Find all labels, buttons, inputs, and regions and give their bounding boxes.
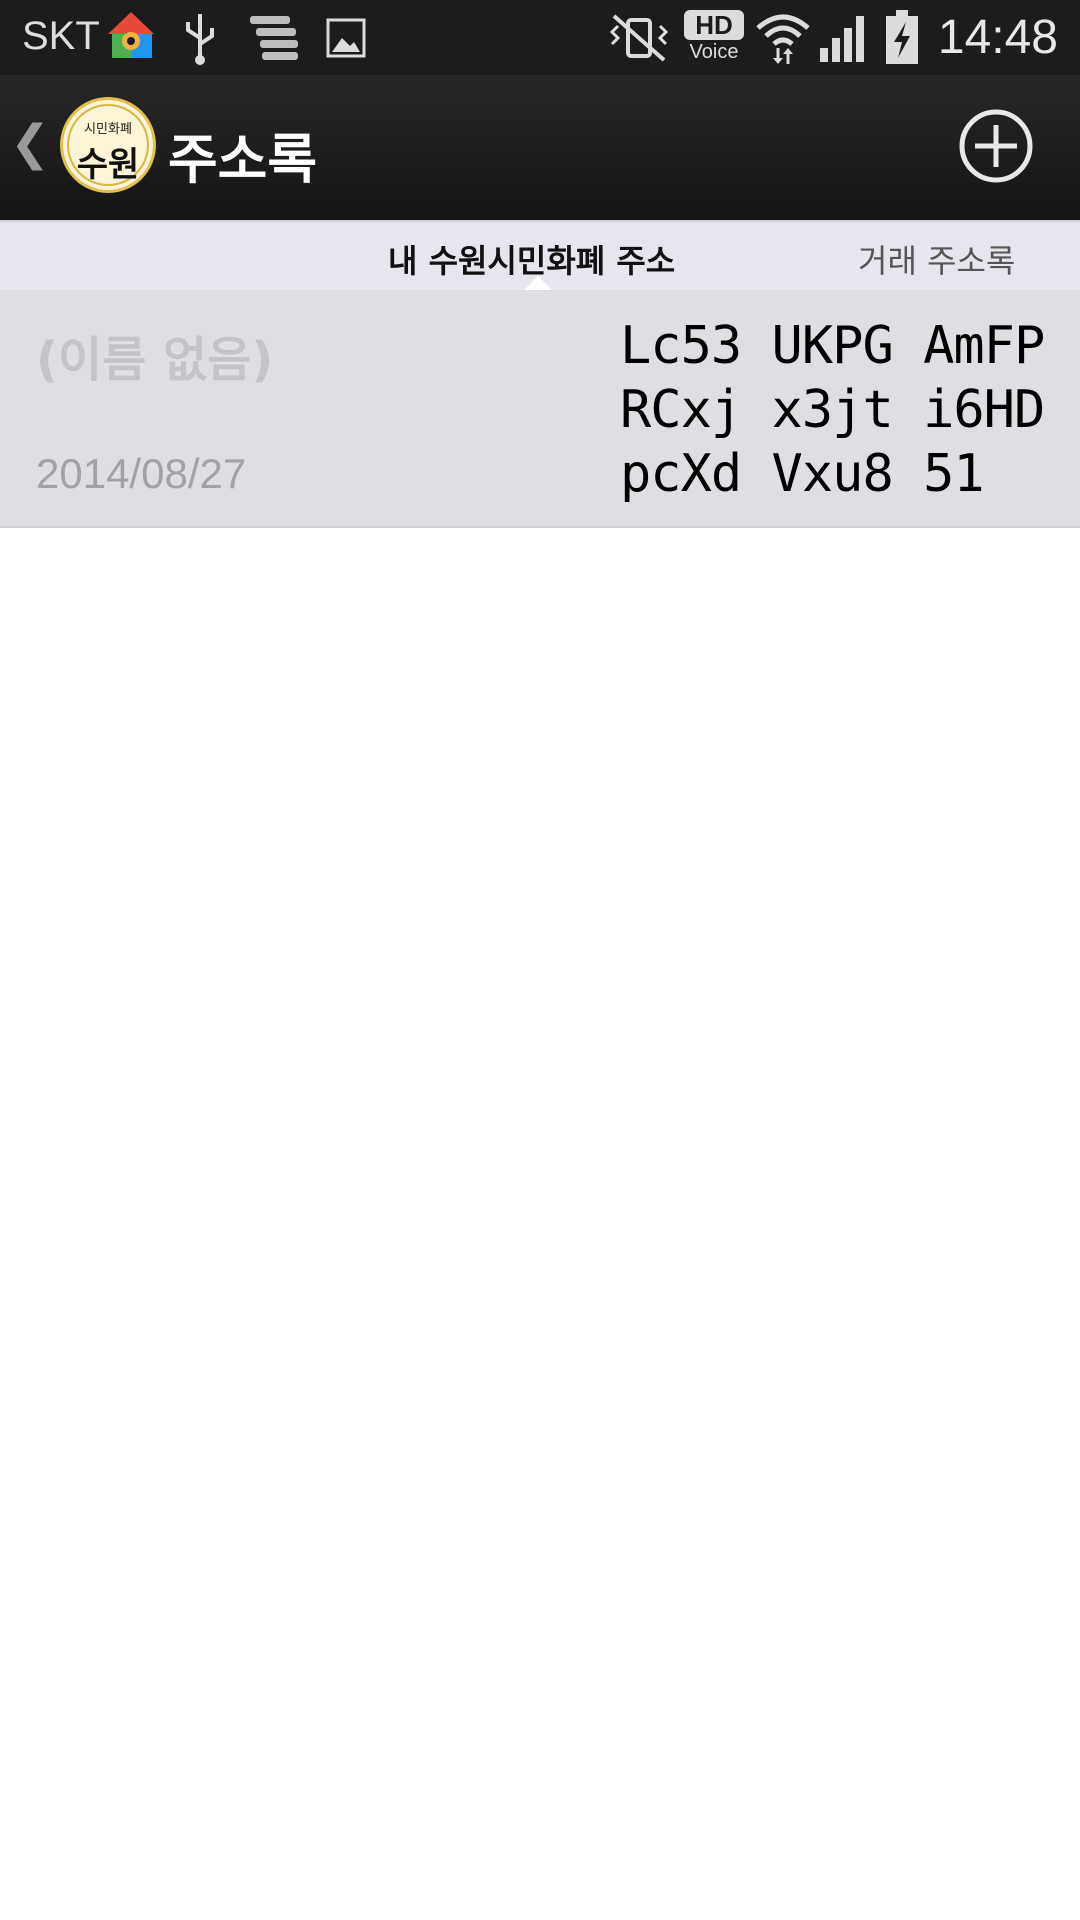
app-logo[interactable]: 시민화폐 수원 [60,97,156,193]
image-icon [326,18,366,58]
carrier-label: SKT [22,14,100,58]
logo-big-text: 수원 [76,145,140,185]
address-line: pcXd Vxu8 51 [620,444,985,504]
address-value: Lc53 UKPG AmFP RCxj x3jt i6HD pcXd Vxu8 … [620,314,1060,506]
battery-charging-icon [886,10,918,64]
signal-icon [820,16,864,62]
action-bar: ❮ 시민화폐 수원 주소록 [0,75,1080,220]
stack-icon [250,16,298,60]
address-name: (이름 없음) [36,332,274,388]
status-bar: SKT HD Voice 14:48 [0,0,1080,75]
hd-voice-icon: HD Voice [684,10,744,66]
address-line: Lc53 UKPG AmFP [620,316,1045,376]
chevron-left-icon[interactable]: ❮ [10,115,50,171]
logo-small-text: 시민화폐 [84,122,132,137]
vibrate-mute-icon [609,14,669,62]
add-button[interactable] [955,105,1037,187]
page-title: 주소록 [168,128,318,191]
list-item[interactable]: (이름 없음) 2014/08/27 Lc53 UKPG AmFP RCxj x… [0,290,1080,528]
address-list: (이름 없음) 2014/08/27 Lc53 UKPG AmFP RCxj x… [0,290,1080,528]
address-date: 2014/08/27 [36,450,247,497]
address-line: RCxj x3jt i6HD [620,380,1045,440]
tab-transaction-addresses[interactable]: 거래 주소록 [858,236,1015,282]
clock: 14:48 [937,11,1058,64]
active-tab-indicator [524,276,552,290]
home-settings-icon [108,12,154,58]
wifi-icon [756,14,810,64]
tab-bar: 내 수원시민화폐 주소 거래 주소록 [0,220,1080,290]
usb-icon [186,14,214,65]
plus-circle-icon [959,109,1033,183]
